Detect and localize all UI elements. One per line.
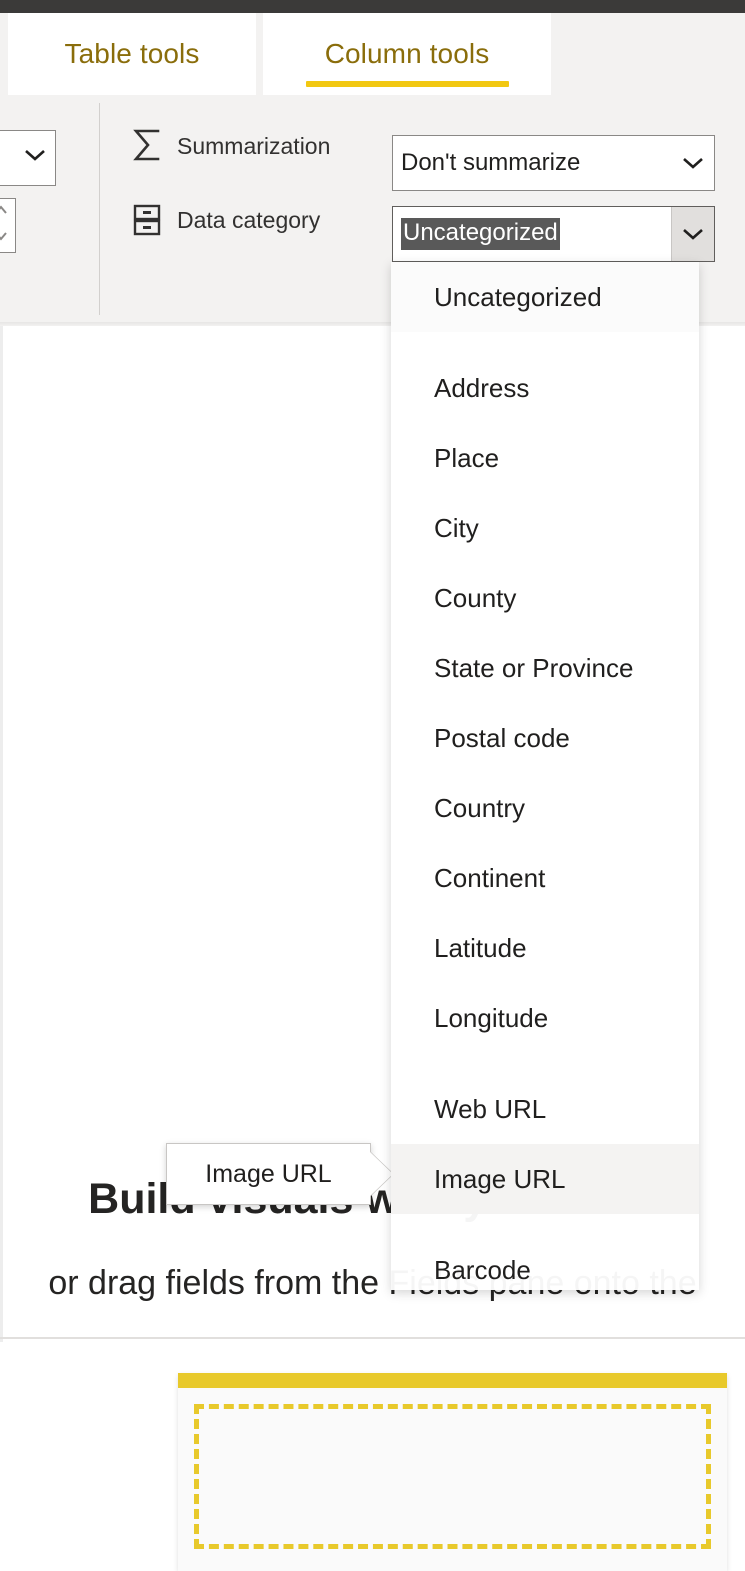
dropdown-item-label: Postal code: [434, 722, 570, 753]
data-category-row: Data category: [130, 203, 320, 237]
dropdown-item-label: Uncategorized: [434, 281, 602, 312]
dropdown-item-country[interactable]: Country: [391, 773, 699, 843]
data-category-combobox[interactable]: Uncategorized: [392, 206, 715, 262]
dropdown-item-state-or-province[interactable]: State or Province: [391, 633, 699, 703]
canvas-left-edge: [0, 326, 3, 1342]
dropdown-item-place[interactable]: Place: [391, 423, 699, 493]
dropdown-item-label: State or Province: [434, 652, 634, 683]
dropdown-item-latitude[interactable]: Latitude: [391, 913, 699, 983]
dropdown-item-label: Country: [434, 792, 526, 823]
summarization-value: Don't summarize: [401, 149, 581, 176]
summarization-label: Summarization: [177, 133, 331, 159]
tab-column-tools-label: Column tools: [324, 38, 490, 69]
dropdown-item-uncategorized[interactable]: Uncategorized: [391, 262, 699, 332]
chevron-up-icon: [0, 203, 8, 221]
tab-column-tools[interactable]: Column tools: [263, 13, 551, 95]
data-category-icon: [130, 203, 164, 237]
dropdown-item-label: City: [434, 512, 479, 543]
ribbon-group-divider: [99, 103, 100, 315]
summarization-combobox[interactable]: Don't summarize: [392, 135, 715, 191]
dropdown-item-city[interactable]: City: [391, 493, 699, 563]
sigma-icon: [130, 128, 164, 162]
dropdown-item-web-url[interactable]: Web URL: [391, 1074, 699, 1144]
data-category-dropdown[interactable]: Uncategorized Address Place City County State…: [391, 262, 699, 1290]
data-category-value: Uncategorized: [401, 218, 560, 250]
dropdown-item-barcode[interactable]: Barcode: [391, 1235, 699, 1290]
dropdown-item-continent[interactable]: Continent: [391, 843, 699, 913]
dropdown-item-label: Place: [434, 442, 500, 473]
dropdown-item-longitude[interactable]: Longitude: [391, 983, 699, 1053]
tab-active-underline: [306, 81, 509, 87]
dropdown-separator: [391, 1214, 699, 1235]
visual-placeholder-card[interactable]: [178, 1373, 727, 1571]
summarization-dropdown-arrow[interactable]: [672, 136, 714, 190]
dropdown-item-label: Latitude: [434, 932, 527, 963]
image-url-tooltip: Image URL: [166, 1143, 371, 1205]
dropdown-item-postal-code[interactable]: Postal code: [391, 703, 699, 773]
canvas-bottom-edge: [0, 1337, 745, 1339]
summarization-row: Summarization: [130, 128, 331, 162]
dropdown-separator: [391, 332, 699, 353]
dropdown-item-label: Web URL: [434, 1093, 547, 1124]
dropdown-item-image-url[interactable]: Image URL: [391, 1144, 699, 1214]
window-title-bar: [0, 0, 745, 13]
dropdown-separator: [391, 1053, 699, 1074]
placeholder-top-bar: [178, 1373, 727, 1388]
dropdown-item-label: Barcode: [434, 1254, 531, 1285]
dropdown-item-label: Continent: [434, 862, 546, 893]
data-category-dropdown-arrow[interactable]: [671, 207, 714, 261]
dropdown-item-label: Longitude: [434, 1002, 549, 1033]
placeholder-dashed-area: [194, 1404, 711, 1549]
tab-table-tools-label: Table tools: [64, 38, 200, 69]
tooltip-arrow: [370, 1152, 393, 1196]
ribbon-left-combobox-1[interactable]: [0, 130, 56, 186]
dropdown-item-label: Address: [434, 372, 530, 403]
data-category-label: Data category: [177, 206, 321, 233]
dropdown-item-label: County: [434, 582, 517, 613]
dropdown-item-county[interactable]: County: [391, 563, 699, 633]
tooltip-text: Image URL: [205, 1159, 332, 1188]
chevron-down-icon-2: [0, 229, 8, 247]
tab-table-tools[interactable]: Table tools: [8, 13, 256, 95]
chevron-down-icon: [24, 148, 46, 167]
ribbon-left-combobox-2[interactable]: [0, 198, 16, 253]
dropdown-item-label: Image URL: [434, 1163, 566, 1194]
dropdown-item-address[interactable]: Address: [391, 353, 699, 423]
ribbon-tab-row: Table tools Column tools: [0, 13, 745, 95]
